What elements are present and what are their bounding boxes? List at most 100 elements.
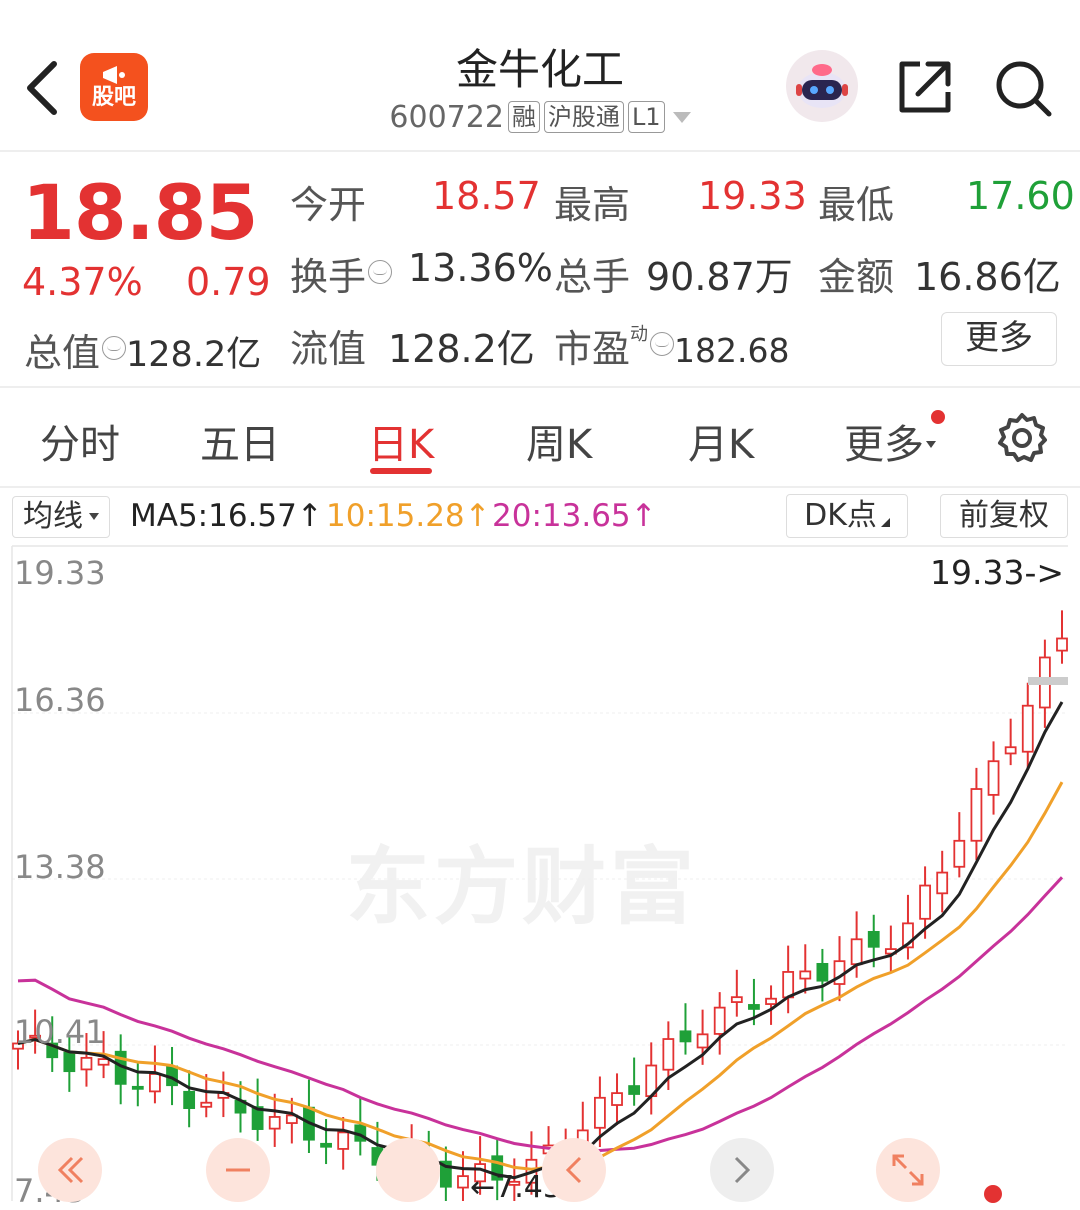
tab-more[interactable]: 更多 bbox=[844, 412, 936, 470]
low-label: 最低 bbox=[818, 183, 895, 227]
candle-body bbox=[320, 1142, 332, 1148]
tab-more-label: 更多 bbox=[844, 422, 924, 468]
scroll-left-fast-button[interactable] bbox=[38, 1138, 102, 1202]
zoom-out-button[interactable] bbox=[206, 1138, 270, 1202]
search-button[interactable] bbox=[993, 58, 1053, 122]
tab-weekly-k[interactable]: 周K bbox=[526, 412, 592, 470]
share-icon bbox=[899, 61, 951, 113]
candle-body bbox=[696, 1033, 709, 1049]
candle-body bbox=[867, 930, 880, 948]
info-icon bbox=[102, 336, 127, 360]
candle-body bbox=[748, 1004, 760, 1010]
tag-connect: 沪股通 bbox=[543, 101, 624, 133]
market-cap-value: 128.2亿 bbox=[126, 335, 262, 375]
candlestick-chart[interactable] bbox=[0, 545, 1080, 1201]
adjust-select-button[interactable]: 前复权 bbox=[940, 494, 1068, 538]
info-icon bbox=[368, 260, 393, 284]
more-quote-button[interactable]: 更多 bbox=[941, 312, 1057, 366]
candle-body bbox=[80, 1056, 93, 1071]
robot-icon bbox=[796, 64, 848, 108]
indicator-select-label: 均线 bbox=[23, 499, 83, 534]
double-chevron-left-icon bbox=[57, 1156, 84, 1184]
change-pct: 4.37% bbox=[22, 260, 143, 304]
chevron-right-icon bbox=[734, 1156, 751, 1184]
notification-dot bbox=[931, 410, 945, 424]
candle-body bbox=[268, 1116, 281, 1130]
y-label-2: 16.36 bbox=[14, 681, 106, 719]
ma20-line bbox=[17, 876, 1064, 1154]
indicator-select[interactable]: 均线 bbox=[12, 496, 110, 538]
header: 股吧 金牛化工 600722 融沪股通 L1 bbox=[0, 0, 1080, 152]
market-cap[interactable]: 总值 128.2亿 bbox=[24, 322, 261, 377]
guba-logo[interactable]: 股吧 bbox=[80, 53, 148, 121]
candle-body bbox=[594, 1096, 606, 1129]
quote-panel: 18.85 4.37% 0.79 总值 128.2亿 今开 18.57 最高 19… bbox=[0, 152, 1080, 388]
dk-point-button[interactable]: DK点 bbox=[786, 494, 908, 538]
candle-body bbox=[1056, 637, 1068, 652]
turnover-rate[interactable]: 换手 bbox=[290, 246, 393, 301]
share-button[interactable] bbox=[896, 58, 954, 120]
candle-body bbox=[765, 997, 777, 1005]
stock-subtitle[interactable]: 600722 融沪股通 L1 bbox=[340, 100, 740, 135]
tag-margin: 融 bbox=[507, 101, 540, 133]
tab-five-day[interactable]: 五日 bbox=[200, 412, 280, 470]
float-cap-value: 128.2亿 bbox=[388, 327, 535, 371]
chevron-left-icon bbox=[27, 61, 57, 115]
tab-daily-k[interactable]: 日K bbox=[368, 412, 434, 470]
high-value: 19.33 bbox=[698, 174, 807, 218]
ma10-value: 10:15.28↑ bbox=[326, 498, 491, 534]
candle-body bbox=[713, 1006, 726, 1035]
minus-icon bbox=[226, 1168, 250, 1172]
expand-icon bbox=[892, 1154, 924, 1186]
active-tab-indicator bbox=[370, 468, 432, 474]
ma10-line bbox=[17, 781, 1064, 1171]
scroll-left-button[interactable] bbox=[542, 1138, 606, 1202]
high-price-marker: 19.33-> bbox=[930, 553, 1065, 592]
candle-body bbox=[131, 1085, 144, 1090]
info-icon bbox=[650, 332, 675, 356]
market-cap-label: 总值 bbox=[24, 331, 101, 375]
caret-down-icon bbox=[926, 441, 936, 448]
zoom-in-button[interactable] bbox=[376, 1138, 440, 1202]
scroll-right-button[interactable] bbox=[710, 1138, 774, 1202]
amount-value: 16.86亿 bbox=[914, 255, 1061, 299]
candle-body bbox=[919, 884, 931, 920]
fullscreen-button[interactable] bbox=[876, 1138, 940, 1202]
amount-label: 金额 bbox=[818, 255, 895, 299]
float-cap-label: 流值 bbox=[290, 327, 367, 371]
chart-settings-button[interactable] bbox=[996, 412, 1048, 468]
open-value: 18.57 bbox=[432, 174, 541, 218]
candle-body bbox=[628, 1085, 641, 1095]
ma5-value: MA5:16.57↑ bbox=[130, 498, 323, 534]
candle-body bbox=[149, 1073, 161, 1093]
turnover-label: 换手 bbox=[290, 255, 367, 299]
candle-body bbox=[63, 1051, 76, 1073]
candle-body bbox=[679, 1030, 692, 1043]
corner-triangle-icon bbox=[880, 518, 890, 527]
candle-body bbox=[816, 962, 829, 982]
candle-body bbox=[970, 788, 983, 842]
y-label-top: 19.33 bbox=[14, 554, 106, 592]
indicator-bar: 均线 MA5:16.57↑ 10:15.28↑ 20:13.65↑ DK点 前复… bbox=[0, 488, 1080, 544]
current-price-marker bbox=[1028, 677, 1068, 685]
candle-body bbox=[799, 970, 812, 980]
candle-body bbox=[457, 1175, 469, 1189]
tag-level: L1 bbox=[627, 101, 665, 133]
assistant-avatar[interactable] bbox=[786, 50, 858, 122]
back-button[interactable] bbox=[22, 52, 72, 122]
candle-body bbox=[782, 971, 795, 999]
search-icon bbox=[996, 61, 1052, 117]
candle-body bbox=[1021, 704, 1034, 753]
tab-monthly-k[interactable]: 月K bbox=[688, 412, 754, 470]
candle-body bbox=[662, 1038, 675, 1071]
caret-down-icon bbox=[672, 112, 691, 123]
y-label-4: 10.41 bbox=[14, 1013, 106, 1051]
candle-body bbox=[953, 839, 966, 868]
last-price: 18.85 bbox=[22, 168, 258, 257]
pe-ratio[interactable]: 市盈动 182.68 bbox=[554, 318, 789, 373]
candle-body bbox=[987, 760, 1000, 796]
open-label: 今开 bbox=[290, 183, 367, 227]
tab-intraday[interactable]: 分时 bbox=[40, 412, 120, 470]
turnover-value: 13.36% bbox=[408, 246, 553, 290]
candle-body bbox=[611, 1092, 623, 1106]
